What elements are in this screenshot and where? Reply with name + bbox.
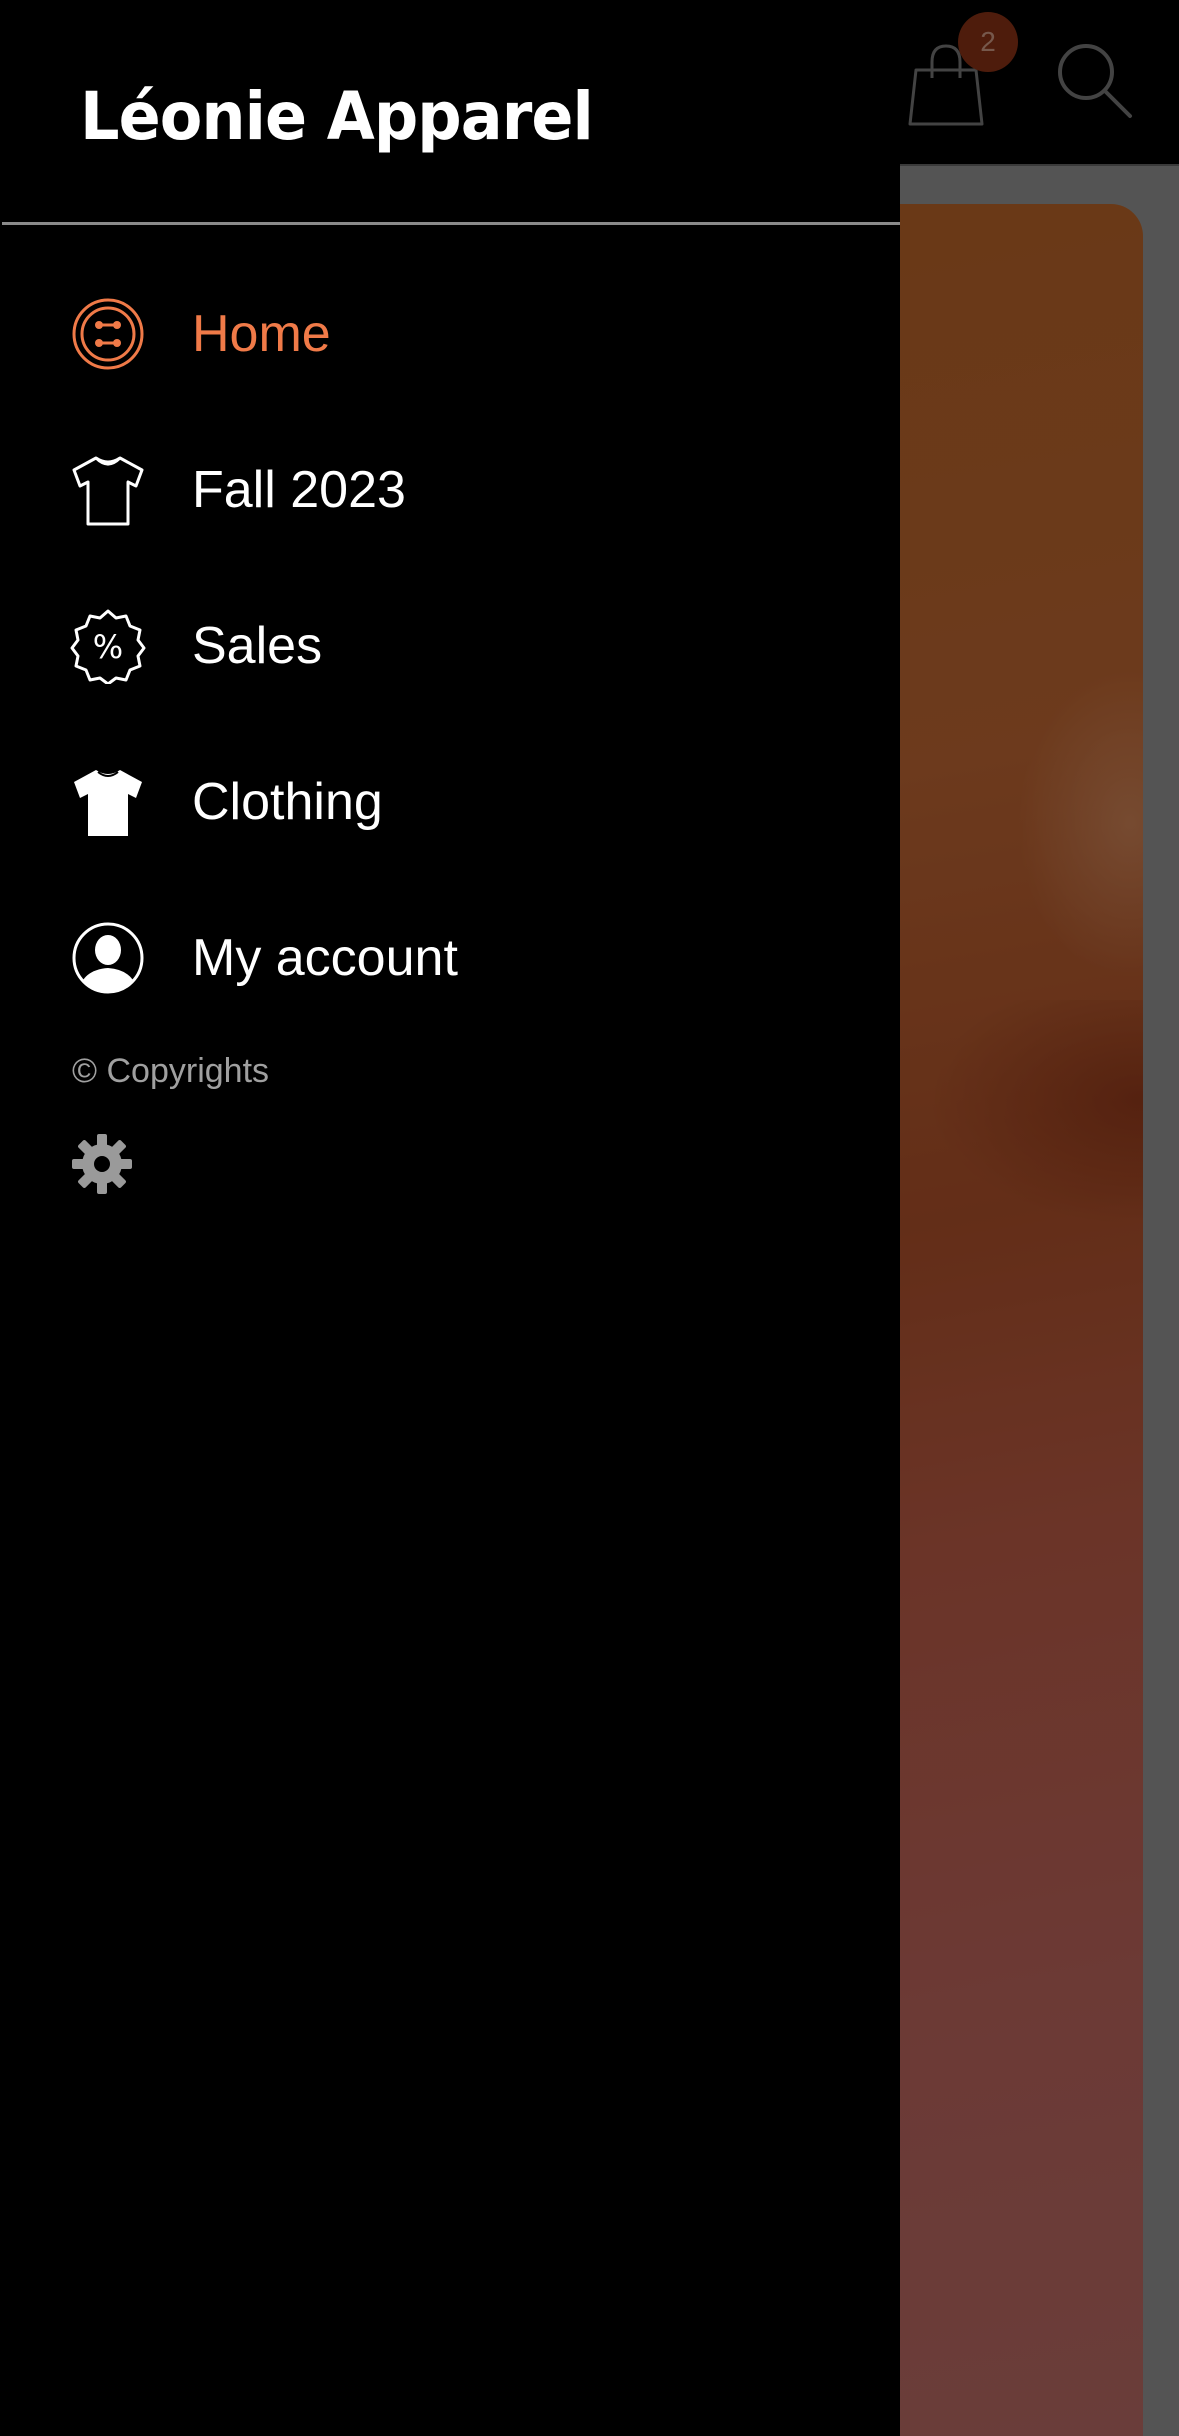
nav-item-clothing[interactable]: Clothing	[70, 752, 870, 852]
nav-label-clothing: Clothing	[192, 773, 383, 831]
settings-button[interactable]	[70, 1132, 134, 1196]
tshirt-filled-icon	[70, 764, 146, 840]
nav-label-my-account: My account	[192, 929, 458, 987]
nav-item-sales[interactable]: % Sales	[70, 596, 870, 696]
button-icon	[70, 296, 146, 372]
brand-title: Léonie Apparel	[80, 78, 594, 155]
discount-badge-icon: %	[70, 608, 146, 684]
navigation-drawer: Léonie Apparel Home Fall 2023 % Sales Cl…	[0, 0, 900, 2436]
nav-label-home: Home	[192, 305, 331, 363]
gear-icon	[72, 1134, 132, 1194]
drawer-divider	[2, 222, 900, 225]
app-screen: 2 Léonie Apparel Home Fall 2023 % Sales …	[0, 0, 1179, 2436]
tshirt-outline-icon	[70, 452, 146, 528]
svg-text:%: %	[93, 628, 123, 666]
nav-item-home[interactable]: Home	[70, 284, 870, 384]
nav-item-fall-2023[interactable]: Fall 2023	[70, 440, 870, 540]
nav-item-my-account[interactable]: My account	[70, 908, 870, 1008]
user-circle-icon	[70, 920, 146, 996]
nav-label-sales: Sales	[192, 617, 323, 675]
copyright-text: © Copyrights	[72, 1052, 270, 1090]
nav-label-fall-2023: Fall 2023	[192, 461, 406, 519]
